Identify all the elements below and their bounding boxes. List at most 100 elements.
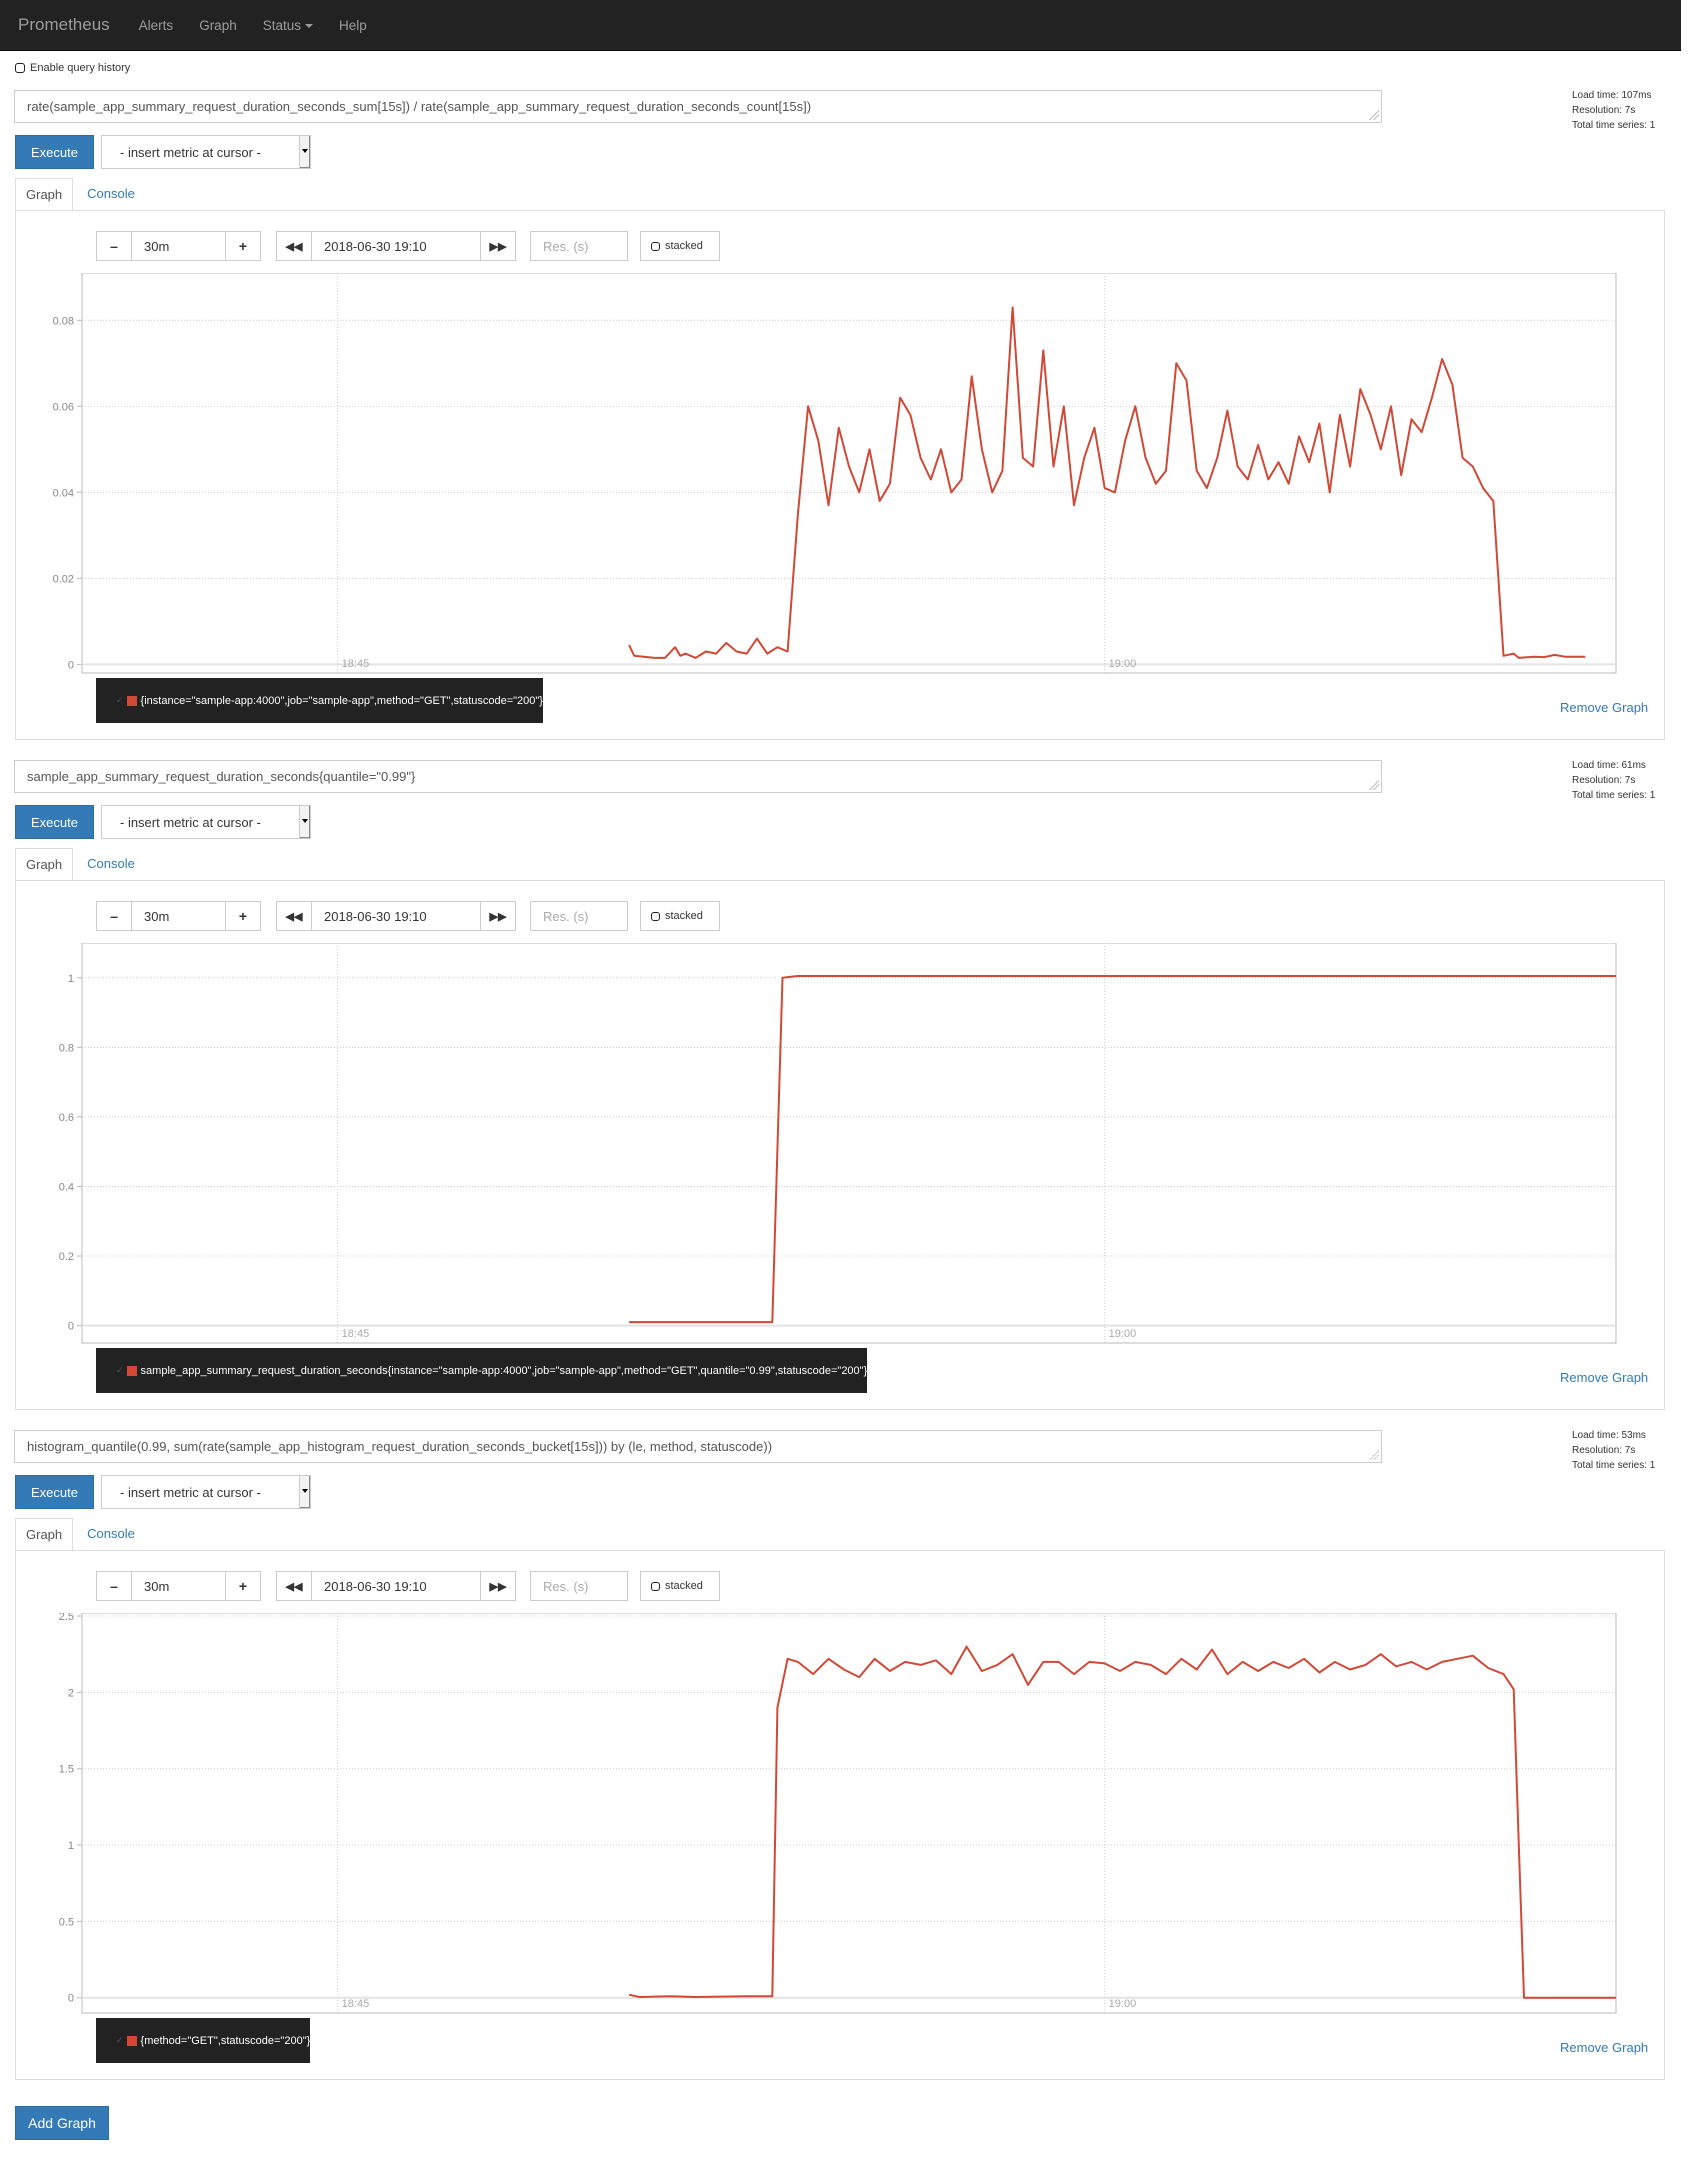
decrease-range-button[interactable]: – (96, 901, 132, 931)
nav-help[interactable]: Help (339, 18, 367, 33)
execute-button[interactable]: Execute (15, 1475, 94, 1509)
nav-alerts[interactable]: Alerts (139, 18, 174, 33)
expression-input[interactable]: sample_app_summary_request_duration_seco… (14, 760, 1382, 793)
x-tick-label: 18:45 (342, 1998, 370, 2010)
x-tick-label: 19:00 (1109, 1328, 1137, 1340)
add-graph-button[interactable]: Add Graph (15, 2106, 109, 2140)
stacked-toggle[interactable]: stacked (640, 231, 720, 261)
legend-label[interactable]: {instance="sample-app:4000",job="sample-… (141, 695, 543, 707)
range-input[interactable]: 30m (131, 1571, 226, 1601)
resolution-input[interactable]: Res. (s) (530, 231, 628, 261)
legend-label[interactable]: sample_app_summary_request_duration_seco… (141, 1365, 868, 1377)
fast-forward-icon[interactable]: ▶▶ (480, 231, 516, 261)
decrease-range-button[interactable]: – (96, 1571, 132, 1601)
chart: 0 0.02 0.04 0.06 0.08 18:45 19:00 (53, 273, 1617, 674)
checkbox-icon[interactable] (15, 63, 25, 73)
insert-metric-select[interactable]: - insert metric at cursor - (101, 1475, 311, 1509)
x-tick-label: 19:00 (1109, 658, 1137, 670)
x-tick-label: 18:45 (342, 658, 370, 670)
stacked-label: stacked (665, 240, 703, 252)
tab-console[interactable]: Console (77, 178, 145, 211)
y-tick-label: 0.6 (59, 1112, 74, 1124)
checkbox-icon[interactable] (651, 911, 660, 921)
resize-handle-icon[interactable] (1369, 780, 1379, 790)
resolution-input[interactable]: Res. (s) (530, 1571, 628, 1601)
remove-graph-link[interactable]: Remove Graph (1560, 2040, 1648, 2055)
check-icon[interactable]: ✓ (116, 2035, 124, 2046)
end-time-input[interactable]: 2018-06-30 19:10 (311, 1571, 481, 1601)
resize-handle-icon[interactable] (1369, 110, 1379, 120)
expression-text: histogram_quantile(0.99, sum(rate(sample… (27, 1439, 773, 1454)
check-icon[interactable]: ✓ (116, 695, 124, 706)
load-time: Load time: 107ms (1572, 90, 1652, 101)
expression-input[interactable]: rate(sample_app_summary_request_duration… (14, 90, 1382, 123)
execute-button[interactable]: Execute (15, 135, 94, 169)
brand-link[interactable]: Prometheus (18, 15, 110, 35)
series-color-swatch (126, 2035, 137, 2046)
rewind-icon[interactable]: ◀◀ (276, 231, 312, 261)
remove-graph-link[interactable]: Remove Graph (1560, 700, 1648, 715)
increase-range-button[interactable]: + (225, 1571, 261, 1601)
stacked-toggle[interactable]: stacked (640, 901, 720, 931)
total-time-series: Total time series: 1 (1572, 120, 1656, 131)
y-tick-label: 1 (68, 1840, 74, 1852)
stacked-toggle[interactable]: stacked (640, 1571, 720, 1601)
rewind-icon[interactable]: ◀◀ (276, 1571, 312, 1601)
fast-forward-icon[interactable]: ▶▶ (480, 1571, 516, 1601)
graph-area: – 30m + ◀◀ 2018-06-30 19:10 ▶▶ Res. (s) … (15, 880, 1665, 1410)
execute-button[interactable]: Execute (15, 805, 94, 839)
dropdown-arrow-icon[interactable] (299, 136, 310, 168)
resolution: Resolution: 7s (1572, 1445, 1636, 1456)
rewind-icon[interactable]: ◀◀ (276, 901, 312, 931)
y-tick-label: 2 (68, 1687, 74, 1699)
tab-console[interactable]: Console (77, 848, 145, 881)
y-tick-label: 0.04 (53, 487, 74, 499)
dropdown-arrow-icon[interactable] (299, 806, 310, 838)
end-time-input[interactable]: 2018-06-30 19:10 (311, 901, 481, 931)
nav-status-label: Status (262, 17, 301, 33)
legend: ✓ {method="GET",statuscode="200"} (96, 2018, 311, 2063)
increase-range-button[interactable]: + (225, 901, 261, 931)
insert-metric-value: - insert metric at cursor - (120, 1484, 261, 1500)
decrease-range-button[interactable]: – (96, 231, 132, 261)
graph-area: – 30m + ◀◀ 2018-06-30 19:10 ▶▶ Res. (s) … (15, 210, 1665, 740)
resolution-input[interactable]: Res. (s) (530, 901, 628, 931)
y-tick-label: 0.08 (53, 315, 74, 327)
y-tick-label: 2.5 (59, 1613, 74, 1623)
insert-metric-select[interactable]: - insert metric at cursor - (101, 135, 311, 169)
range-input[interactable]: 30m (131, 901, 226, 931)
increase-range-button[interactable]: + (225, 231, 261, 261)
insert-metric-select[interactable]: - insert metric at cursor - (101, 805, 311, 839)
range-input[interactable]: 30m (131, 231, 226, 261)
nav-graph[interactable]: Graph (199, 18, 237, 33)
check-icon[interactable]: ✓ (116, 1365, 124, 1376)
tab-graph[interactable]: Graph (15, 848, 74, 881)
total-time-series: Total time series: 1 (1572, 1460, 1656, 1471)
expression-text: sample_app_summary_request_duration_seco… (27, 769, 416, 784)
plot-frame (81, 943, 1617, 1344)
remove-graph-link[interactable]: Remove Graph (1560, 1370, 1648, 1385)
x-tick-label: 18:45 (342, 1328, 370, 1340)
x-tick-label: 19:00 (1109, 1998, 1137, 2010)
nav-status[interactable]: Status (263, 18, 313, 33)
query-stats: Load time: 53ms Resolution: 7s Total tim… (1572, 1428, 1655, 1473)
end-time-input[interactable]: 2018-06-30 19:10 (311, 231, 481, 261)
caret-down-icon (305, 23, 313, 28)
tab-graph[interactable]: Graph (15, 178, 74, 211)
tab-graph[interactable]: Graph (15, 1518, 74, 1551)
tab-console[interactable]: Console (77, 1518, 145, 1551)
graph-console-tabs: Graph Console (15, 178, 145, 211)
resize-handle-icon[interactable] (1369, 1450, 1379, 1460)
expression-input[interactable]: histogram_quantile(0.99, sum(rate(sample… (14, 1430, 1382, 1463)
y-tick-label: 0.5 (59, 1916, 74, 1928)
checkbox-icon[interactable] (651, 1581, 660, 1591)
legend-label[interactable]: {method="GET",statuscode="200"} (141, 2035, 311, 2047)
total-time-series: Total time series: 1 (1572, 790, 1656, 801)
graph-console-tabs: Graph Console (15, 848, 145, 881)
query-history-toggle[interactable]: Enable query history (15, 62, 130, 74)
checkbox-icon[interactable] (651, 241, 660, 251)
dropdown-arrow-icon[interactable] (299, 1476, 310, 1508)
legend: ✓ sample_app_summary_request_duration_se… (96, 1348, 868, 1393)
fast-forward-icon[interactable]: ▶▶ (480, 901, 516, 931)
stacked-label: stacked (665, 910, 703, 922)
